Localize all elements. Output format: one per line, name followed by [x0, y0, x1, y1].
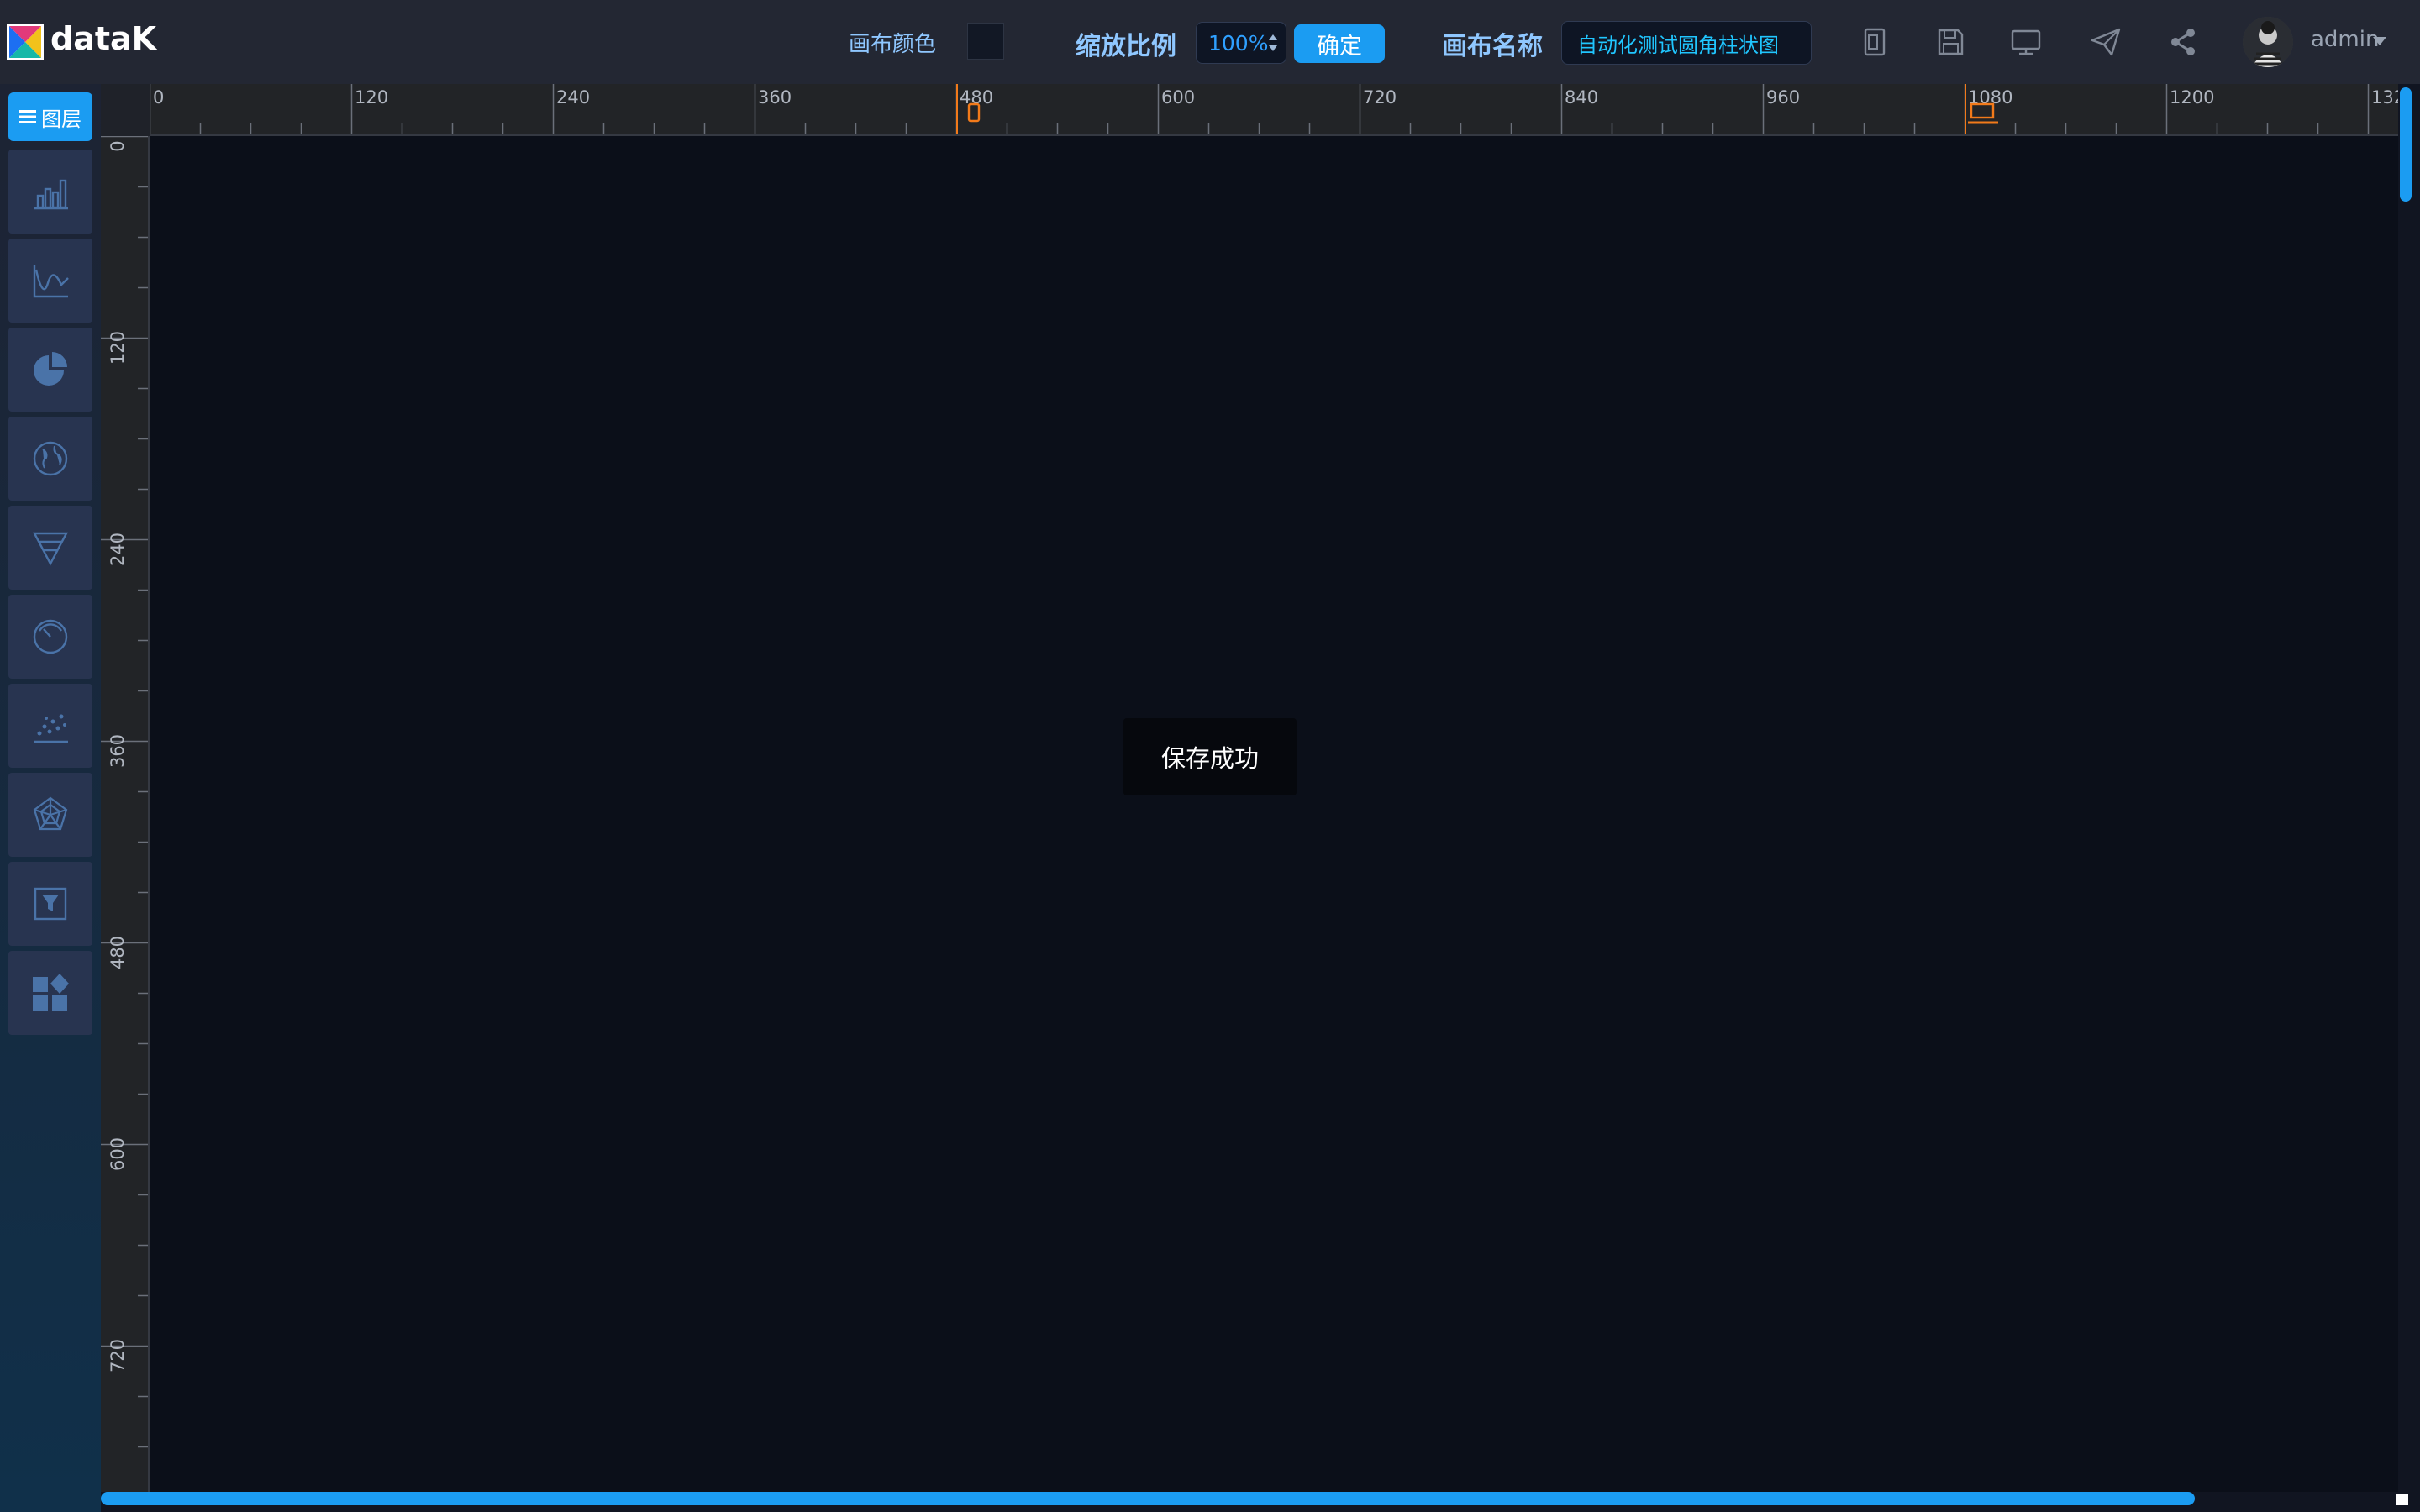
horizontal-scrollbar-thumb[interactable] — [101, 1492, 2195, 1505]
sidebar-item-widgets[interactable] — [8, 951, 92, 1035]
canvas-color-label: 画布颜色 — [849, 32, 937, 57]
vertical-scrollbar-thumb[interactable] — [2400, 87, 2412, 202]
app-brand[interactable]: dataK — [50, 20, 156, 57]
ruler-label: 480 — [108, 935, 128, 970]
sidebar-item-scatter[interactable] — [8, 684, 92, 768]
ruler-label: 0 — [153, 87, 165, 108]
canvas-name-label: 画布名称 — [1442, 32, 1543, 61]
layers-label: 图层 — [41, 107, 82, 131]
chevron-down-icon[interactable] — [2373, 37, 2386, 45]
radar-icon — [33, 796, 68, 831]
user-name[interactable]: admin — [2311, 27, 2379, 52]
confirm-zoom-button[interactable]: 确定 — [1294, 24, 1385, 63]
ruler-ticks — [150, 84, 2370, 134]
design-canvas[interactable] — [150, 136, 2398, 1492]
desktop-preview-icon[interactable] — [2009, 25, 2043, 59]
canvas-color-picker[interactable] — [967, 23, 1004, 60]
ruler-label: 120 — [108, 330, 128, 365]
ruler-horizontal[interactable]: 0 120 240 360 480 600 720 840 960 1080 1… — [150, 84, 2398, 136]
ruler-label: 840 — [1565, 87, 1599, 108]
user-avatar[interactable] — [2243, 17, 2293, 67]
ruler-label: 960 — [1766, 87, 1801, 108]
sidebar-item-filter[interactable] — [8, 862, 92, 946]
avatar-image-icon — [2243, 17, 2293, 67]
sidebar-item-funnel[interactable] — [8, 506, 92, 590]
top-toolbar: dataK 画布颜色 缩放比例 100% 确定 画布名称 自动化测试圆角柱状图 … — [0, 0, 2420, 84]
ruler-label: 240 — [556, 87, 591, 108]
save-icon[interactable] — [1933, 25, 1967, 59]
mobile-preview-icon[interactable] — [1858, 25, 1891, 59]
sidebar-item-line-chart[interactable] — [8, 239, 92, 323]
line-chart-icon — [33, 265, 69, 298]
ruler-corner — [101, 84, 150, 136]
ruler-vertical[interactable]: 0 120 240 360 480 600 720 — [101, 136, 150, 1492]
ruler-label: 360 — [758, 87, 792, 108]
datak-logo-icon — [7, 24, 44, 60]
mobile-breakpoint-marker-icon[interactable] — [956, 84, 986, 136]
stepper-arrows-icon[interactable] — [1267, 29, 1279, 56]
filter-icon — [34, 887, 67, 921]
ruler-label: 240 — [108, 532, 128, 567]
save-success-toast: 保存成功 — [1123, 718, 1297, 795]
ruler-label: 1200 — [2170, 87, 2215, 108]
sidebar-item-bar-chart[interactable] — [8, 150, 92, 234]
ruler-label: 720 — [1363, 87, 1397, 108]
layers-button[interactable]: 图层 — [8, 92, 92, 141]
widgets-icon — [33, 974, 69, 1011]
sidebar-item-map[interactable] — [8, 417, 92, 501]
sidebar-item-radar[interactable] — [8, 773, 92, 857]
scrollbar-corner — [2396, 1494, 2408, 1505]
ruler-label: 600 — [1161, 87, 1196, 108]
menu-icon — [19, 110, 36, 123]
ruler-label: 720 — [108, 1338, 128, 1373]
ruler-label: 360 — [108, 733, 128, 769]
zoom-label: 缩放比例 — [1076, 32, 1176, 61]
bar-chart-icon — [34, 179, 68, 210]
sidebar-item-gauge[interactable] — [8, 595, 92, 679]
map-globe-icon — [33, 441, 68, 476]
pie-chart-icon — [34, 352, 67, 386]
gauge-icon — [33, 619, 68, 654]
zoom-stepper[interactable]: 100% — [1196, 22, 1286, 64]
vertical-scrollbar-track[interactable] — [2398, 84, 2420, 1492]
ruler-label: 132 — [2371, 87, 2398, 108]
sidebar-item-pie-chart[interactable] — [8, 328, 92, 412]
laptop-breakpoint-marker-icon[interactable] — [1965, 84, 2003, 136]
component-sidebar: 图层 — [0, 84, 101, 1512]
canvas-name-input[interactable] — [1561, 21, 1812, 65]
funnel-icon — [33, 532, 68, 566]
ruler-label: 600 — [108, 1137, 128, 1172]
ruler-label: 0 — [108, 140, 128, 152]
publish-icon[interactable] — [2089, 25, 2123, 59]
zoom-value[interactable]: 100% — [1208, 31, 1268, 55]
scatter-icon — [34, 714, 68, 743]
ruler-label: 120 — [355, 87, 389, 108]
share-icon[interactable] — [2166, 25, 2200, 59]
